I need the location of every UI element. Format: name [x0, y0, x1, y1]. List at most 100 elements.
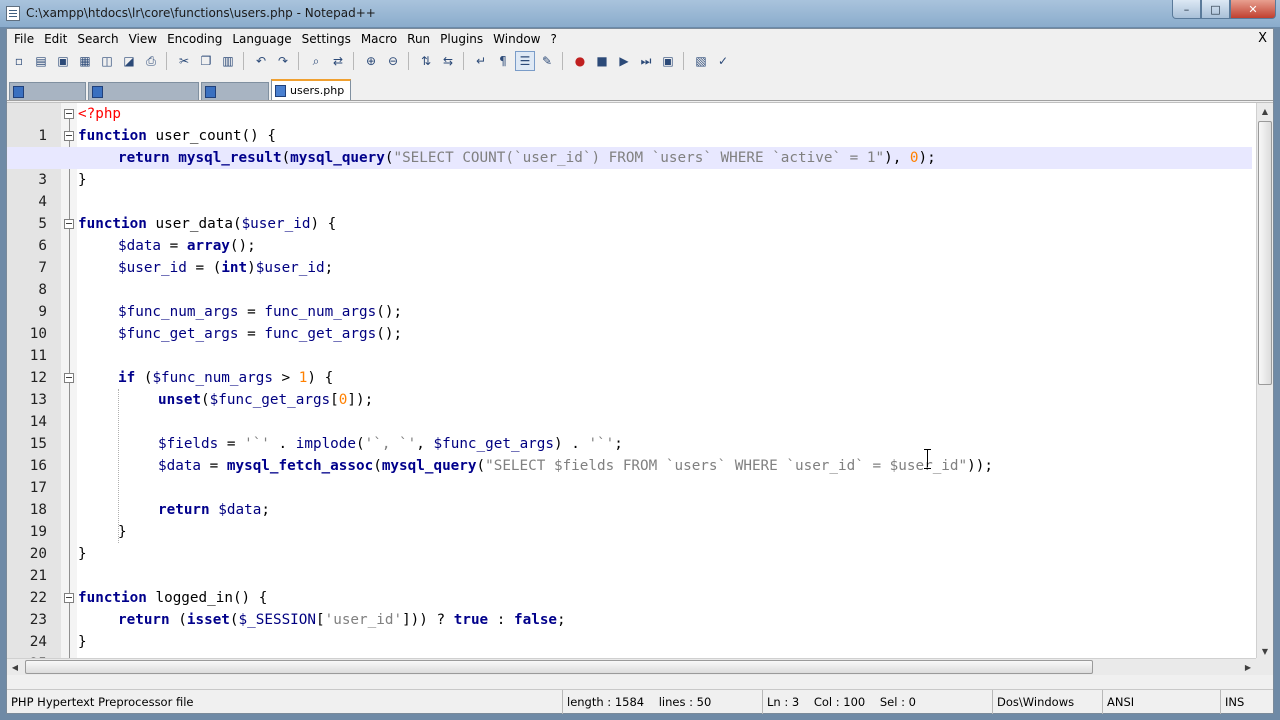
zoom-in-icon[interactable]: ⊕ [361, 51, 381, 71]
maximize-button[interactable]: □ [1201, 0, 1230, 19]
menu-plugins[interactable]: Plugins [435, 29, 488, 49]
code-token: mysql_result [178, 150, 282, 166]
scroll-down-icon[interactable]: ▼ [1257, 643, 1273, 659]
code-line: 25 } [7, 631, 1252, 672]
vertical-scroll-thumb[interactable] [1258, 121, 1272, 385]
code-token: mysql_query [290, 150, 385, 166]
code-token: ( [356, 436, 365, 452]
word-wrap-icon[interactable]: ↵ [471, 51, 491, 71]
close-all-icon[interactable]: ◪ [119, 51, 139, 71]
menu-run[interactable]: Run [402, 29, 435, 49]
code-token: mysql_query [381, 458, 477, 474]
sync-vertical-icon[interactable]: ⇅ [416, 51, 436, 71]
status-bar: PHP Hypertext Preprocessor file length :… [7, 689, 1273, 714]
scroll-left-icon[interactable]: ◀ [7, 659, 23, 675]
indent-guide [118, 389, 119, 543]
record-macro-icon[interactable]: ● [570, 51, 590, 71]
code-token: return [158, 502, 210, 518]
code-line: 18 [7, 477, 1252, 518]
open-file-icon[interactable]: ▤ [31, 51, 51, 71]
close-icon[interactable]: ◫ [97, 51, 117, 71]
save-icon[interactable]: ▣ [53, 51, 73, 71]
window-controls: – □ ✕ [1172, 0, 1276, 19]
horizontal-scrollbar[interactable]: ◀ ▶ [7, 658, 1256, 675]
print-icon[interactable]: ⎙ [141, 51, 161, 71]
cut-icon[interactable]: ✂ [174, 51, 194, 71]
code-token: = ( [186, 260, 222, 276]
run-macro-multiple-icon[interactable]: ⏭ [636, 51, 656, 71]
fold-toggle-icon[interactable] [64, 109, 74, 119]
code-token: $func_num_args [118, 304, 239, 320]
code-token: : [488, 612, 514, 628]
scroll-up-icon[interactable]: ▲ [1257, 103, 1273, 119]
fold-toggle-icon[interactable] [64, 593, 74, 603]
menu-window[interactable]: Window [488, 29, 545, 49]
fold-toggle-icon[interactable] [64, 373, 74, 383]
show-all-chars-icon[interactable]: ¶ [493, 51, 513, 71]
code-token: function [78, 216, 147, 232]
indent-guide-icon[interactable]: ☰ [515, 51, 535, 71]
spell-check-icon[interactable]: ✓ [713, 51, 733, 71]
toolbar-separator [243, 52, 249, 70]
stop-record-icon[interactable]: ■ [592, 51, 612, 71]
undo-icon[interactable]: ↶ [251, 51, 271, 71]
new-file-icon[interactable]: ▫ [9, 51, 29, 71]
user-lang-icon[interactable]: ✎ [537, 51, 557, 71]
horizontal-scroll-thumb[interactable] [25, 660, 1093, 674]
fold-toggle-icon[interactable] [64, 131, 74, 141]
file-icon [275, 84, 287, 97]
code-line: 23 function logged_in() { [7, 587, 1252, 628]
code-line: 24 return (isset($_SESSION['user_id'])) … [7, 609, 1252, 650]
save-macro-icon[interactable]: ▣ [658, 51, 678, 71]
code-token: '`, `' [364, 436, 417, 452]
code-token: 0 [909, 150, 919, 166]
code-token: ), [884, 150, 910, 166]
code-line: 14 unset($func_get_args[0]); [7, 389, 1252, 430]
menu-macro[interactable]: Macro [356, 29, 402, 49]
copy-icon[interactable]: ❐ [196, 51, 216, 71]
code-token: } [78, 546, 87, 562]
code-token: ) { [310, 216, 337, 232]
minimize-button[interactable]: – [1172, 0, 1201, 19]
menu-edit[interactable]: Edit [39, 29, 72, 49]
menu-search[interactable]: Search [72, 29, 123, 49]
tab-label: users.php [290, 84, 345, 97]
close-window-button[interactable]: ✕ [1230, 0, 1276, 19]
menu-view[interactable]: View [124, 29, 162, 49]
tab-label: login.php [28, 85, 80, 98]
code-line: 6 function user_data($user_id) { [7, 213, 1252, 254]
menu-help[interactable]: ? [545, 29, 561, 49]
code-line: 15 [7, 411, 1252, 452]
code-token: $func_num_args [152, 370, 273, 386]
tab-init[interactable]: init.php [201, 82, 270, 100]
tab-login[interactable]: login.php [9, 82, 87, 100]
menu-encoding[interactable]: Encoding [162, 29, 227, 49]
fold-toggle-icon[interactable] [64, 219, 74, 229]
sync-horizontal-icon[interactable]: ⇆ [438, 51, 458, 71]
find-icon[interactable]: ⌕ [306, 51, 326, 71]
paste-icon[interactable]: ▥ [218, 51, 238, 71]
code-token: ]); [347, 392, 374, 408]
save-all-icon[interactable]: ▦ [75, 51, 95, 71]
tab-user-count[interactable]: user_count.php [88, 82, 200, 100]
scroll-right-icon[interactable]: ▶ [1240, 659, 1256, 675]
replace-icon[interactable]: ⇄ [328, 51, 348, 71]
code-line: 8 $user_id = (int)$user_id; [7, 257, 1252, 298]
code-token: = [161, 238, 187, 254]
code-token: unset [158, 392, 202, 408]
vertical-scrollbar[interactable]: ▲ ▼ [1256, 103, 1273, 659]
redo-icon[interactable]: ↷ [273, 51, 293, 71]
play-macro-icon[interactable]: ▶ [614, 51, 634, 71]
code-token: isset [186, 612, 230, 628]
menu-file[interactable]: File [9, 29, 39, 49]
close-document-button[interactable]: X [1258, 31, 1267, 46]
code-line: 1 <?php [7, 103, 1252, 144]
menu-settings[interactable]: Settings [297, 29, 356, 49]
code-editor[interactable]: 1 <?php 2 function user_count() { 3 retu… [7, 102, 1273, 675]
tab-users[interactable]: users.php [271, 79, 352, 100]
code-token: ) . [554, 436, 589, 452]
menu-language[interactable]: Language [227, 29, 296, 49]
zoom-out-icon[interactable]: ⊖ [383, 51, 403, 71]
doc-map-icon[interactable]: ▧ [691, 51, 711, 71]
